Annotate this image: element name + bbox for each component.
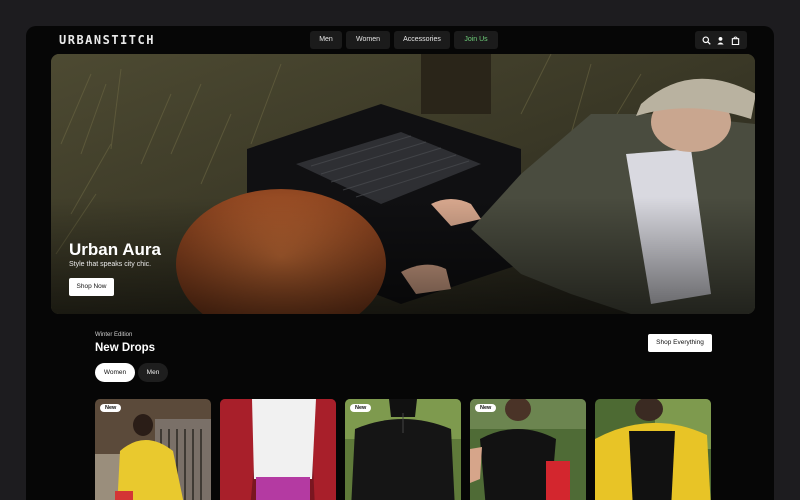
- nav-accessories[interactable]: Accessories: [394, 31, 450, 49]
- product-image-black-hoodie: [345, 399, 461, 500]
- product-card[interactable]: [220, 399, 336, 500]
- shop-everything-button[interactable]: Shop Everything: [648, 334, 712, 352]
- product-card[interactable]: New: [470, 399, 586, 500]
- hero-image: [51, 54, 755, 314]
- filter-men[interactable]: Men: [138, 363, 168, 382]
- product-image-yellow-puffer: [95, 399, 211, 500]
- product-card[interactable]: New: [95, 399, 211, 500]
- new-badge: New: [475, 404, 497, 412]
- product-image-black-tee: [470, 399, 586, 500]
- user-icon[interactable]: [716, 36, 725, 45]
- bag-icon[interactable]: [731, 36, 740, 45]
- product-card[interactable]: [595, 399, 711, 500]
- gender-filter: Women Men: [95, 363, 168, 382]
- search-icon[interactable]: [702, 35, 711, 45]
- new-badge: New: [100, 404, 122, 412]
- nav-men[interactable]: Men: [310, 31, 342, 49]
- hero-title: Urban Aura: [69, 240, 161, 259]
- section-eyebrow: Winter Edition: [95, 332, 133, 338]
- brand-logo[interactable]: URBANSTITCH: [59, 33, 155, 47]
- product-image-white-tee: [220, 399, 336, 500]
- product-image-yellow-jacket: [595, 399, 711, 500]
- main-nav: Men Women Accessories Join Us: [310, 31, 498, 49]
- product-grid: New New New: [95, 399, 711, 500]
- product-card[interactable]: New: [345, 399, 461, 500]
- filter-women[interactable]: Women: [95, 363, 135, 382]
- hero-banner: Urban Aura Style that speaks city chic. …: [51, 54, 755, 314]
- hero-subtitle: Style that speaks city chic.: [69, 261, 152, 268]
- section-title: New Drops: [95, 342, 156, 354]
- nav-join-us[interactable]: Join Us: [454, 31, 498, 49]
- header-icon-group: [695, 31, 747, 49]
- nav-women[interactable]: Women: [346, 31, 390, 49]
- shop-now-button[interactable]: Shop Now: [69, 278, 114, 296]
- page-frame: URBANSTITCH Men Women Accessories Join U…: [26, 26, 774, 500]
- new-badge: New: [350, 404, 372, 412]
